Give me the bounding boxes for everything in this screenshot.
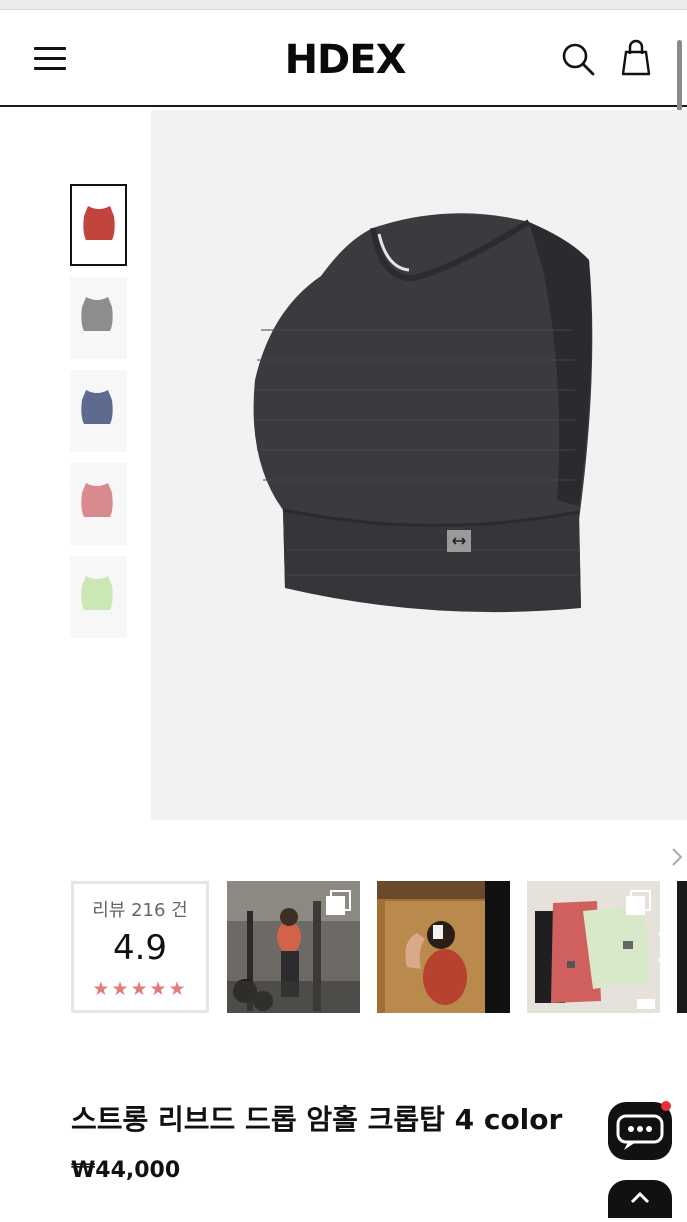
multiple-photos-icon <box>326 890 351 915</box>
crop-top-image <box>253 213 593 613</box>
photo-next-chevron-icon[interactable] <box>654 930 676 964</box>
main-product-image[interactable] <box>151 110 687 820</box>
gray-crop-top-image <box>81 297 113 331</box>
thumbnail-pink[interactable] <box>70 463 127 545</box>
navy-crop-top-image <box>81 390 113 424</box>
chevron-right-icon[interactable] <box>669 846 685 868</box>
thumbnail-navy[interactable] <box>70 370 127 452</box>
review-stars: ★★★★★ <box>92 978 188 1000</box>
shopping-bag-icon[interactable] <box>618 38 654 78</box>
review-count: 리뷰 216 건 <box>92 900 188 921</box>
review-summary-card[interactable]: 리뷰 216 건 4.9 ★★★★★ <box>71 881 209 1013</box>
thumbnail-mint[interactable] <box>70 556 127 638</box>
review-photo-gym[interactable] <box>227 881 360 1013</box>
browser-top-strip <box>0 0 687 10</box>
search-icon[interactable] <box>560 41 596 77</box>
scroll-top-icon[interactable] <box>606 1178 674 1222</box>
review-photo-products[interactable] <box>527 881 660 1013</box>
hamburger-menu-icon[interactable] <box>32 44 68 72</box>
red-crop-top-image <box>83 206 115 240</box>
site-header: HDEX <box>0 10 687 107</box>
product-thumbnail-list <box>70 184 130 649</box>
multiple-photos-icon <box>626 890 651 915</box>
product-title: 스트롱 리브드 드롭 암홀 크롭탑 4 color <box>71 1103 563 1136</box>
mirror-selfie-image <box>377 881 510 1013</box>
pink-crop-top-image <box>81 483 113 517</box>
thumbnail-red[interactable] <box>70 184 127 266</box>
brand-logo[interactable]: HDEX <box>270 35 420 85</box>
product-price: ₩44,000 <box>71 1158 181 1183</box>
review-photo-mirror[interactable] <box>377 881 510 1013</box>
mint-crop-top-image <box>81 576 113 610</box>
review-photo-partial <box>677 881 687 1013</box>
thumbnail-gray[interactable] <box>70 277 127 359</box>
chat-bubble-icon[interactable] <box>606 1098 674 1164</box>
review-score: 4.9 <box>112 928 168 968</box>
